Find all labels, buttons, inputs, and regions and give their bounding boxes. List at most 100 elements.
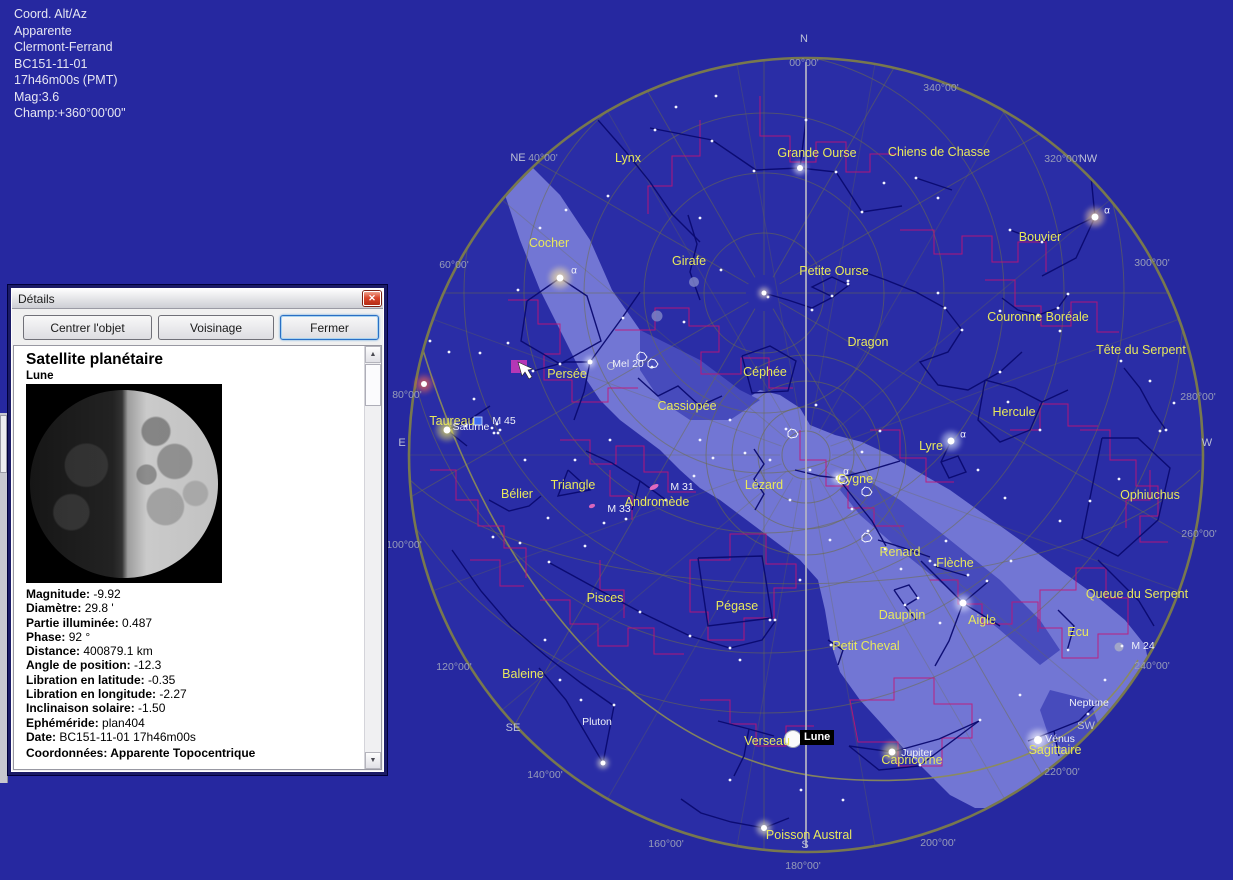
alpha-star-label: α (1104, 206, 1110, 217)
constellation-label: Pégase (716, 599, 758, 613)
object-label: M 45 (492, 415, 515, 427)
azimuth-label: 00°00' (789, 57, 819, 69)
constellation-label: Sagittaire (1029, 743, 1082, 757)
constellation-label: Tête du Serpent (1096, 343, 1186, 357)
status-line: Mag:3.6 (14, 89, 126, 106)
azimuth-label: 80°00' (392, 389, 422, 401)
constellation-label: Dragon (848, 335, 889, 349)
compass-label: SE (506, 722, 521, 734)
object-label: Neptune (1069, 697, 1109, 709)
status-line: BC151-11-01 (14, 56, 126, 73)
constellation-label: Girafe (672, 254, 706, 268)
status-line: Coord. Alt/Az (14, 6, 126, 23)
scroll-down-icon[interactable]: ▼ (365, 752, 381, 769)
azimuth-label: 140°00' (527, 769, 562, 781)
detail-row: Partie illuminée: 0.487 (26, 616, 359, 630)
constellation-label: Queue du Serpent (1086, 587, 1188, 601)
constellation-label: Céphée (743, 365, 787, 379)
constellation-label: Dauphin (879, 608, 926, 622)
azimuth-label: 160°00' (648, 838, 683, 850)
alpha-star-label: α (571, 266, 577, 277)
compass-label: SW (1077, 720, 1095, 732)
left-scrollbar-thumb[interactable] (0, 415, 7, 473)
azimuth-label: 120°00' (436, 661, 471, 673)
constellation-label: Lynx (615, 151, 641, 165)
detail-row: Libration en longitude: -2.27 (26, 687, 359, 701)
constellation-label: Persée (547, 367, 587, 381)
dialog-content: Satellite planétaire Lune Magnitude: -9.… (26, 351, 359, 744)
scroll-up-icon[interactable]: ▲ (365, 346, 381, 363)
detail-row: Phase: 92 ° (26, 630, 359, 644)
constellation-label: Baleine (502, 667, 544, 681)
close-icon[interactable]: ✕ (363, 291, 381, 306)
detail-row: Ephéméride: plan404 (26, 716, 359, 730)
neighborhood-button[interactable]: Voisinage (158, 315, 274, 340)
azimuth-label: 280°00' (1180, 391, 1215, 403)
constellation-label: Renard (880, 545, 921, 559)
object-label: Jupiter (901, 747, 933, 759)
detail-row: Date: BC151-11-01 17h46m00s (26, 730, 359, 744)
dialog-body: Satellite planétaire Lune Magnitude: -9.… (13, 345, 382, 770)
alpha-star-label: α (960, 430, 966, 441)
azimuth-label: 220°00' (1044, 766, 1079, 778)
close-button[interactable]: Fermer (280, 315, 379, 340)
center-object-button[interactable]: Centrer l'objet (23, 315, 152, 340)
alpha-star-label: α (843, 467, 849, 478)
detail-row: Angle de position: -12.3 (26, 658, 359, 672)
object-label: Pluton (582, 716, 612, 728)
azimuth-label: 320°00' (1044, 153, 1079, 165)
object-label: Vénus (1045, 733, 1075, 745)
compass-label: W (1202, 437, 1212, 449)
object-label: M 31 (670, 481, 693, 493)
object-label: Mel 20 (612, 358, 644, 370)
selected-object-label[interactable]: Lune (800, 730, 834, 745)
constellation-label: Verseau (744, 734, 790, 748)
app-root: LynxGrande OurseChiens de ChasseCocherGi… (0, 0, 1233, 880)
constellation-label: Hercule (992, 405, 1035, 419)
azimuth-label: 200°00' (920, 837, 955, 849)
constellation-label: Lézard (745, 478, 783, 492)
status-line: Champ:+360°00'00" (14, 105, 126, 122)
constellation-label: Chiens de Chasse (888, 145, 990, 159)
object-type-heading: Satellite planétaire (26, 351, 359, 369)
dialog-titlebar[interactable]: Détails (12, 289, 383, 309)
moon-image (26, 384, 222, 583)
object-label: M 24 (1131, 640, 1154, 652)
left-scrollbar[interactable] (0, 413, 8, 783)
constellation-label: Lyre (919, 439, 943, 453)
constellation-label: Cassiopée (657, 399, 716, 413)
compass-label: N (800, 33, 808, 45)
azimuth-label: 40°00' (528, 152, 558, 164)
azimuth-label: 260°00' (1181, 528, 1216, 540)
compass-label: NW (1079, 153, 1097, 165)
details-dialog: Détails ✕ Centrer l'objet Voisinage Ferm… (8, 285, 387, 775)
object-label: Saturne (453, 421, 490, 433)
dialog-title: Détails (18, 292, 55, 306)
object-name: Lune (26, 370, 359, 382)
detail-row: Libration en latitude: -0.35 (26, 673, 359, 687)
compass-label: E (398, 437, 405, 449)
constellation-label: Ecu (1067, 625, 1089, 639)
constellation-label: Ophiuchus (1120, 488, 1180, 502)
moon-disc (30, 390, 218, 578)
constellation-label: Poisson Austral (766, 828, 852, 842)
dialog-scrollbar[interactable]: ▲ ▼ (364, 346, 381, 769)
status-line: Clermont-Ferrand (14, 39, 126, 56)
azimuth-label: 300°00' (1134, 257, 1169, 269)
compass-label: NE (510, 152, 525, 164)
detail-row: Inclinaison solaire: -1.50 (26, 701, 359, 715)
object-label: M 33 (607, 503, 630, 515)
detail-row: Magnitude: -9.92 (26, 587, 359, 601)
constellation-label: Bouvier (1019, 230, 1061, 244)
detail-row: Distance: 400879.1 km (26, 644, 359, 658)
constellation-label: Petite Ourse (799, 264, 868, 278)
constellation-label: Triangle (551, 478, 596, 492)
constellation-label: Petit Cheval (832, 639, 899, 653)
constellation-label: Grande Ourse (777, 146, 856, 160)
azimuth-label: 60°00' (439, 259, 469, 271)
constellation-label: Bélier (501, 487, 533, 501)
constellation-label: Pisces (587, 591, 624, 605)
status-line: 17h46m00s (PMT) (14, 72, 126, 89)
scrollbar-thumb[interactable] (365, 364, 381, 406)
constellation-label: Flèche (936, 556, 974, 570)
